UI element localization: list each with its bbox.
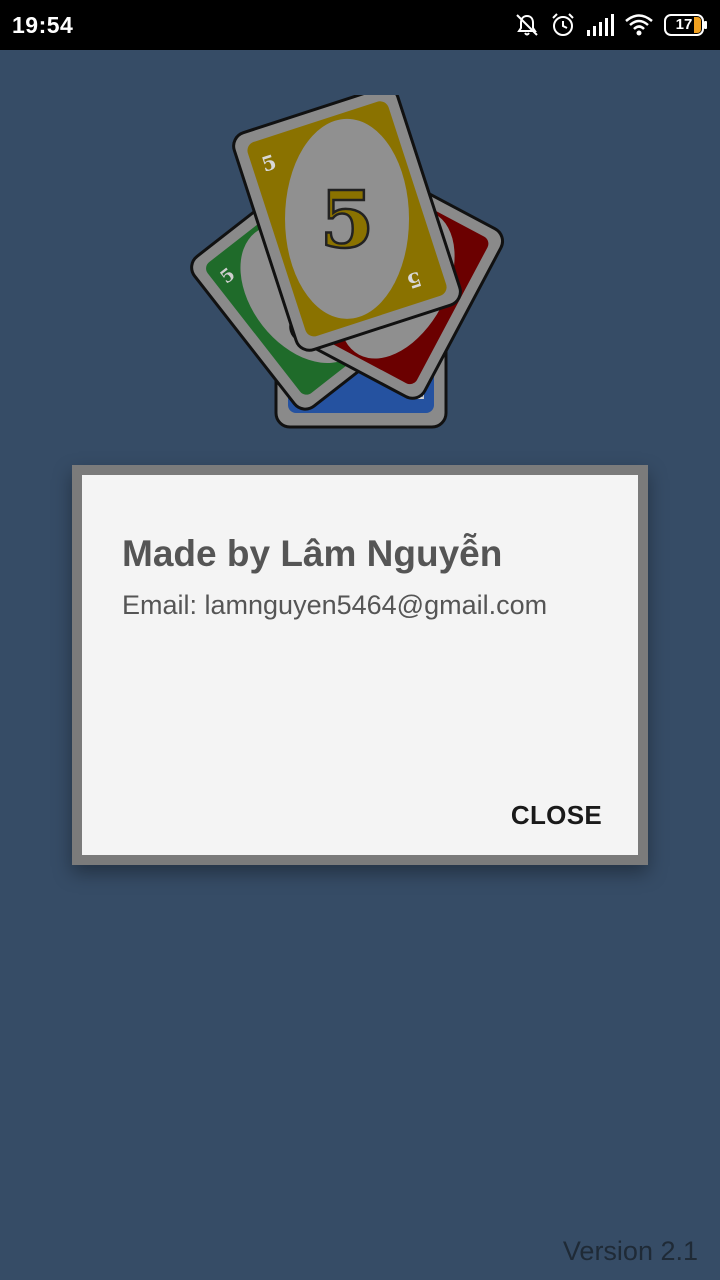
svg-text:5: 5: [320, 175, 374, 266]
status-icons: 17: [514, 10, 708, 40]
app-logo: 5 5 5 5 5 5: [180, 85, 550, 435]
alarm-icon: [550, 12, 576, 38]
about-dialog: Made by Lâm Nguyễn Email: lamnguyen5464@…: [72, 465, 648, 865]
dialog-body: Made by Lâm Nguyễn Email: lamnguyen5464@…: [82, 475, 638, 855]
mute-icon: [514, 12, 540, 38]
battery-level: 17: [675, 16, 693, 33]
status-bar: 19:54 17: [0, 0, 720, 50]
signal-icon: [586, 13, 614, 37]
wifi-icon: [624, 13, 654, 37]
dialog-email: Email: lamnguyen5464@gmail.com: [122, 590, 548, 620]
battery-icon: 17: [664, 14, 708, 36]
dialog-title: Made by Lâm Nguyễn: [122, 533, 503, 574]
version-label: Version 2.1: [562, 1236, 698, 1266]
close-button[interactable]: CLOSE: [511, 800, 602, 831]
status-time: 19:54: [12, 12, 74, 38]
